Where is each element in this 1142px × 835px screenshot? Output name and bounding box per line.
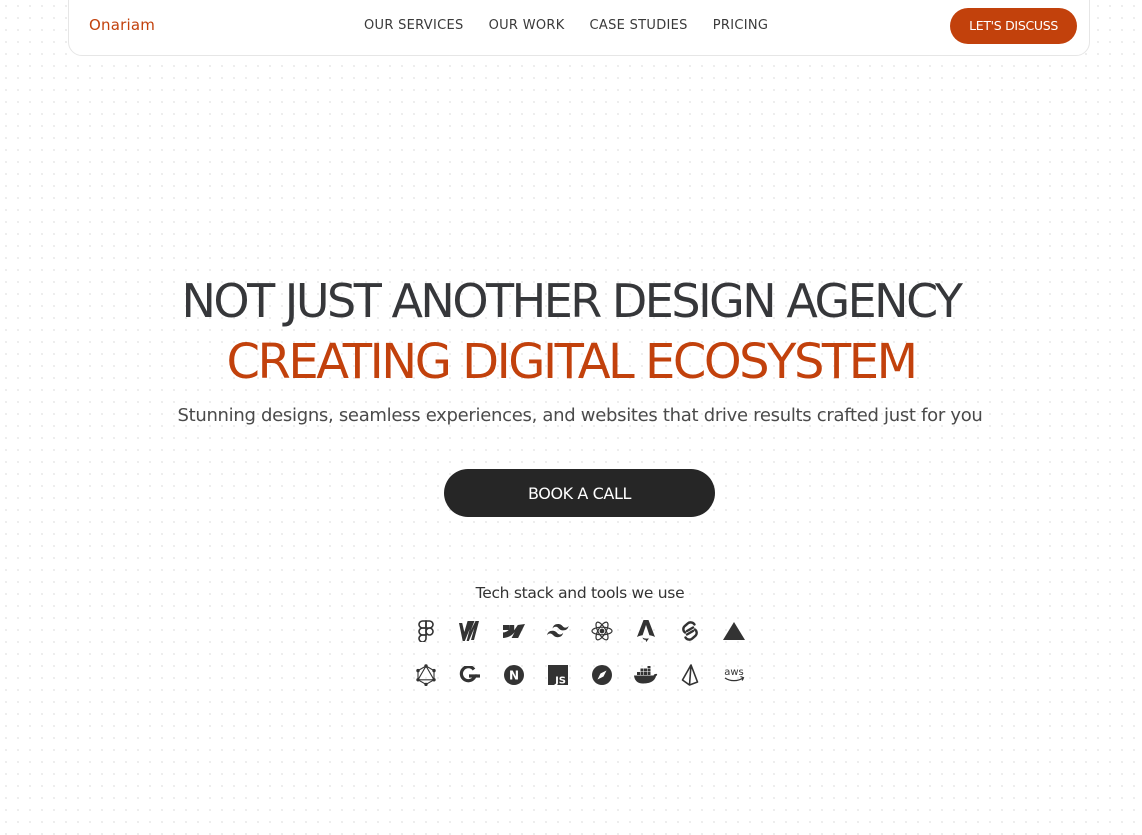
miro-icon [448, 619, 492, 643]
graphql-icon [404, 663, 448, 687]
react-icon [580, 619, 624, 643]
navbar: Onariam OUR SERVICES OUR WORK CASE STUDI… [68, 0, 1090, 56]
book-a-call-button[interactable]: BOOK A CALL [444, 469, 715, 517]
tech-stack-heading: Tech stack and tools we use [475, 584, 685, 602]
hero-subtitle: Stunning designs, seamless experiences, … [177, 405, 983, 426]
gatsby-icon [448, 663, 492, 687]
nav-case-studies[interactable]: CASE STUDIES [590, 18, 688, 33]
webflow-icon [492, 619, 536, 643]
hero-title-line2: CREATING DIGITAL ECOSYSTEM [226, 334, 918, 390]
prisma-icon [668, 663, 712, 687]
nav-links: OUR SERVICES OUR WORK CASE STUDIES PRICI… [364, 18, 793, 33]
javascript-letters: JS [554, 676, 566, 687]
nav-our-work[interactable]: OUR WORK [489, 18, 565, 33]
javascript-icon: JS [536, 663, 580, 687]
nav-our-services[interactable]: OUR SERVICES [364, 18, 464, 33]
nextjs-letter: N [509, 669, 519, 683]
hero-title-line1: NOT JUST ANOTHER DESIGN AGENCY [181, 274, 963, 328]
lets-discuss-button[interactable]: LET'S DISCUSS [950, 8, 1077, 44]
tech-row-1 [404, 619, 756, 643]
safari-icon [580, 663, 624, 687]
nextjs-icon: N [492, 663, 536, 687]
tech-row-2: N JS aws [404, 663, 756, 687]
tailwind-icon [536, 619, 580, 643]
nav-pricing[interactable]: PRICING [713, 18, 769, 33]
astro-icon [624, 619, 668, 643]
aws-icon: aws [712, 663, 756, 687]
docker-icon [624, 663, 668, 687]
figma-icon [404, 619, 448, 643]
vercel-icon [712, 619, 756, 643]
svelte-icon [668, 619, 712, 643]
logo[interactable]: Onariam [89, 16, 155, 34]
